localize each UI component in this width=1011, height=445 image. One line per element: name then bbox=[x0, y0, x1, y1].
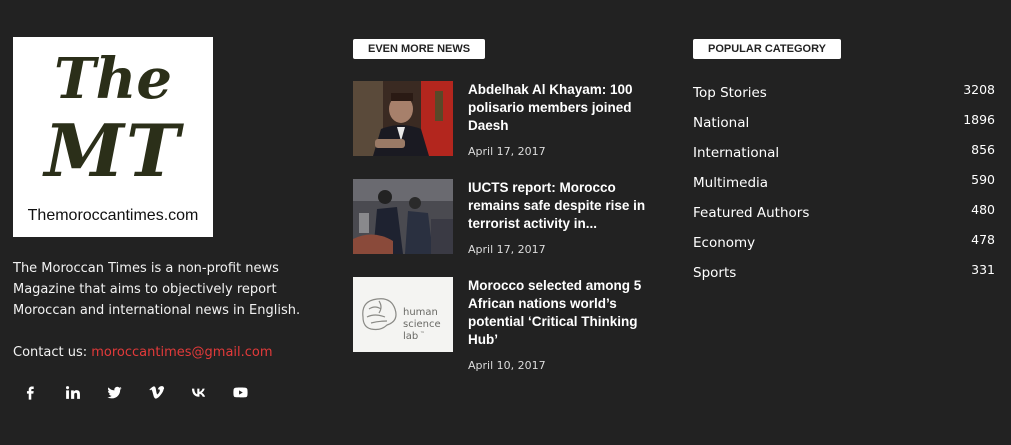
news-date: April 17, 2017 bbox=[468, 243, 546, 256]
site-logo[interactable]: The MT Themoroccantimes.com bbox=[13, 37, 213, 237]
thumb-text-3: lab bbox=[403, 331, 418, 342]
category-count: 3208 bbox=[963, 82, 995, 97]
contact-label: Contact us: bbox=[13, 345, 92, 360]
news-thumbnail[interactable] bbox=[353, 179, 453, 254]
about-text: The Moroccan Times is a non-profit news … bbox=[13, 261, 301, 318]
twitter-icon[interactable] bbox=[97, 380, 139, 404]
logo-mt-text: MT bbox=[44, 108, 182, 193]
vimeo-icon[interactable] bbox=[139, 380, 181, 404]
news-item[interactable]: human science lab ™ Morocco selected amo… bbox=[353, 277, 653, 375]
category-count: 478 bbox=[971, 232, 995, 247]
about-column: The MT Themoroccantimes.com The Moroccan… bbox=[13, 37, 318, 404]
news-title[interactable]: IUCTS report: Morocco remains safe despi… bbox=[468, 179, 648, 233]
news-thumbnail[interactable]: human science lab ™ bbox=[353, 277, 453, 352]
thumb-text-2: science bbox=[403, 319, 441, 330]
category-count: 590 bbox=[971, 172, 995, 187]
logo-the-text: The bbox=[53, 46, 172, 112]
category-list: Top Stories 3208 National 1896 Internati… bbox=[693, 83, 995, 293]
contact-email-link[interactable]: moroccantimes@gmail.com bbox=[91, 345, 272, 360]
category-item-national[interactable]: National 1896 bbox=[693, 113, 995, 143]
social-links bbox=[13, 380, 318, 404]
category-item-sports[interactable]: Sports 331 bbox=[693, 263, 995, 293]
facebook-icon[interactable] bbox=[13, 380, 55, 404]
category-item-economy[interactable]: Economy 478 bbox=[693, 233, 995, 263]
category-name[interactable]: Top Stories bbox=[693, 83, 767, 113]
category-name[interactable]: Featured Authors bbox=[693, 203, 809, 233]
news-item[interactable]: Abdelhak Al Khayam: 100 polisario member… bbox=[353, 81, 653, 179]
popular-category-heading: POPULAR CATEGORY bbox=[693, 39, 841, 59]
news-thumbnail[interactable] bbox=[353, 81, 453, 156]
category-count: 1896 bbox=[963, 112, 995, 127]
news-item[interactable]: IUCTS report: Morocco remains safe despi… bbox=[353, 179, 653, 277]
linkedin-icon[interactable] bbox=[55, 380, 97, 404]
news-date: April 17, 2017 bbox=[468, 145, 546, 158]
vk-icon[interactable] bbox=[181, 380, 223, 404]
category-name[interactable]: International bbox=[693, 143, 779, 173]
logo-url-text: Themoroccantimes.com bbox=[27, 207, 199, 224]
news-title[interactable]: Morocco selected among 5 African nations… bbox=[468, 277, 648, 349]
category-name[interactable]: National bbox=[693, 113, 749, 143]
category-count: 331 bbox=[971, 262, 995, 277]
category-item-international[interactable]: International 856 bbox=[693, 143, 995, 173]
thumb-text-tm: ™ bbox=[420, 331, 425, 337]
category-name[interactable]: Sports bbox=[693, 263, 736, 293]
news-title[interactable]: Abdelhak Al Khayam: 100 polisario member… bbox=[468, 81, 648, 135]
category-item-multimedia[interactable]: Multimedia 590 bbox=[693, 173, 995, 203]
news-date: April 10, 2017 bbox=[468, 359, 546, 372]
category-name[interactable]: Multimedia bbox=[693, 173, 768, 203]
category-item-top-stories[interactable]: Top Stories 3208 bbox=[693, 83, 995, 113]
category-name[interactable]: Economy bbox=[693, 233, 755, 263]
more-news-heading: EVEN MORE NEWS bbox=[353, 39, 486, 59]
more-news-column: EVEN MORE NEWS Abdelhak Al Khayam: 100 p… bbox=[353, 37, 653, 375]
category-count: 480 bbox=[971, 202, 995, 217]
popular-category-column: POPULAR CATEGORY Top Stories 3208 Nation… bbox=[693, 37, 995, 293]
thumb-text-1: human bbox=[403, 307, 438, 318]
category-count: 856 bbox=[971, 142, 995, 157]
youtube-icon[interactable] bbox=[223, 380, 265, 404]
category-item-featured-authors[interactable]: Featured Authors 480 bbox=[693, 203, 995, 233]
news-list: Abdelhak Al Khayam: 100 polisario member… bbox=[353, 81, 653, 375]
contact-line: Contact us: moroccantimes@gmail.com bbox=[13, 345, 318, 360]
